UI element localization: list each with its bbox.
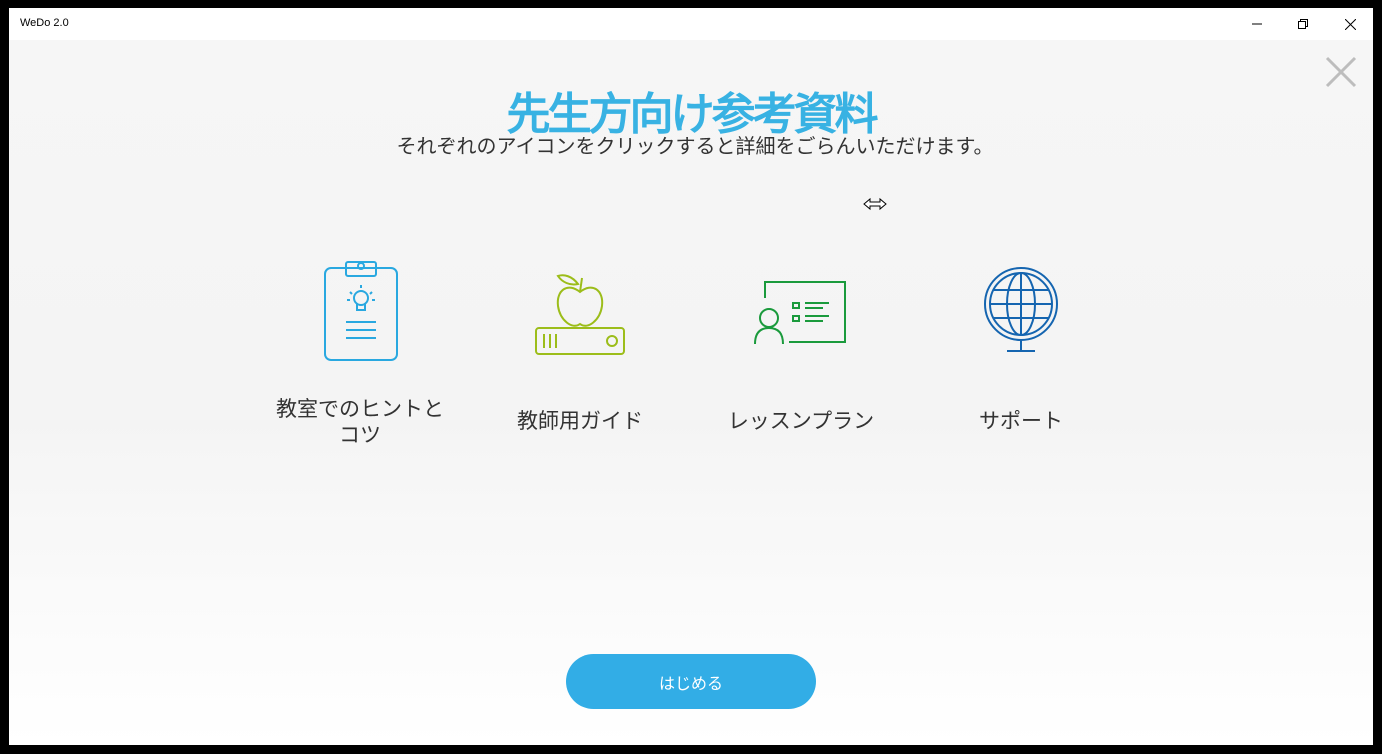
card-label: 教室でのヒントとコツ xyxy=(276,397,444,447)
apple-book-icon xyxy=(535,274,625,355)
page-subtitle: それぞれのアイコンをクリックすると詳細をごらんいただけます。 xyxy=(396,134,994,158)
title-bar: WeDo 2.0 xyxy=(9,8,1373,40)
card-lesson-plans[interactable]: レッスンプラン xyxy=(706,258,896,434)
resize-cursor-icon xyxy=(863,197,887,211)
card-label: サポート xyxy=(979,409,1063,433)
presentation-board-icon xyxy=(754,281,846,345)
close-icon xyxy=(1344,18,1356,30)
app-window: WeDo 2.0 先生方向け参考資料 それぞれのアイコンをクリックすると詳細をご… xyxy=(9,8,1373,745)
card-label: 教師用ガイド xyxy=(517,409,643,433)
card-teacher-guide[interactable]: 教師用ガイド xyxy=(485,258,675,434)
window-close-button[interactable] xyxy=(1327,8,1373,40)
window-title: WeDo 2.0 xyxy=(20,17,69,29)
minimize-button[interactable] xyxy=(1234,8,1280,40)
minimize-icon xyxy=(1252,23,1262,25)
clipboard-lightbulb-icon xyxy=(324,261,398,361)
restore-button[interactable] xyxy=(1280,8,1326,40)
restore-icon xyxy=(1298,19,1308,29)
card-classroom-tips[interactable]: 教室でのヒントとコツ xyxy=(265,258,455,448)
card-label: レッスンプラン xyxy=(727,409,875,433)
globe-icon xyxy=(984,267,1058,352)
start-button[interactable]: はじめる xyxy=(566,654,816,709)
card-support[interactable]: サポート xyxy=(926,258,1116,434)
